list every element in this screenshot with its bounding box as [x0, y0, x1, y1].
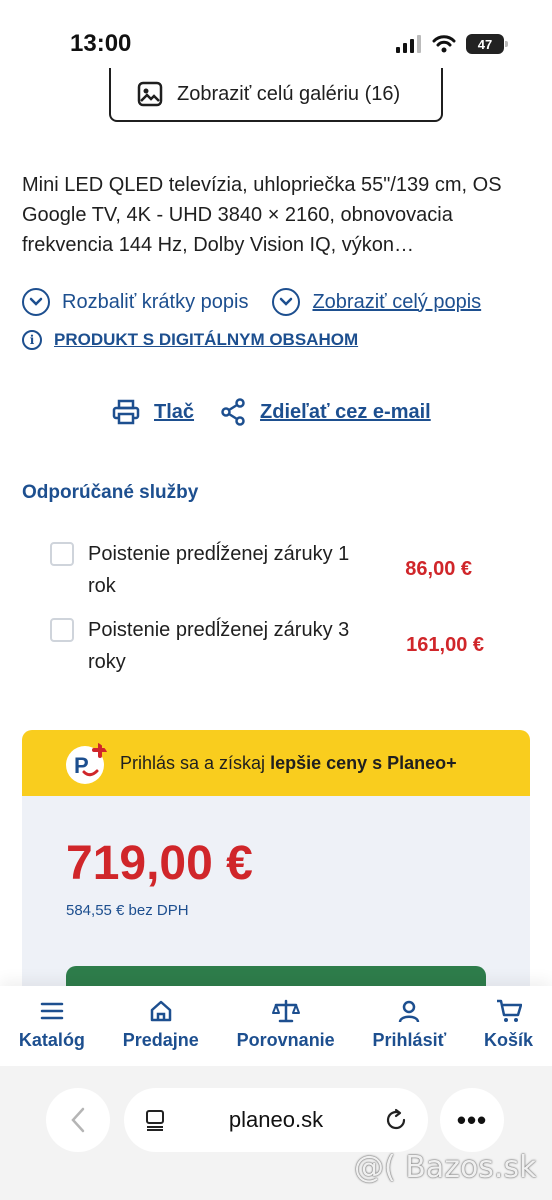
chevron-left-icon: [71, 1107, 85, 1133]
gallery-icon: [137, 81, 163, 107]
description-links: Rozbaliť krátky popis Zobraziť celý popi…: [22, 288, 532, 316]
reload-icon[interactable]: [384, 1108, 408, 1132]
status-time: 13:00: [70, 30, 132, 57]
service-name: Poistenie predĺženej záruky 1 rok: [88, 543, 350, 597]
print-share-row: Tlač Zdieľať cez e-mail: [112, 398, 431, 426]
more-icon: •••: [456, 1104, 488, 1135]
service-item: Poistenie predĺženej záruky 3 roky 161,0…: [50, 614, 510, 678]
promo-text-bold: lepšie ceny s Planeo+: [270, 752, 457, 773]
expand-short-description-label: Rozbaliť krátky popis: [62, 290, 249, 313]
chevron-down-icon: [272, 288, 301, 316]
address-bar[interactable]: planeo.sk: [124, 1088, 428, 1152]
signal-icon: [396, 35, 421, 53]
browser-back-button[interactable]: [46, 1088, 110, 1152]
user-icon: [397, 998, 421, 1024]
promo-text: Prihlás sa a získaj lepšie ceny s Planeo…: [120, 753, 457, 774]
watermark: @( Bazos.sk: [354, 1150, 537, 1185]
print-link[interactable]: Tlač: [154, 401, 194, 424]
digital-content-link[interactable]: i PRODUKT S DIGITÁLNYM OBSAHOM: [22, 330, 358, 350]
store-icon: [149, 998, 173, 1024]
service-price: 161,00 €: [406, 634, 484, 656]
price-card: 719,00 € 584,55 € bez DPH: [22, 796, 530, 1016]
printer-icon: [112, 399, 140, 425]
nav-item-compare[interactable]: Porovnanie: [237, 998, 335, 1066]
share-icon: [221, 398, 245, 426]
show-gallery-button[interactable]: Zobraziť celú galériu (16): [109, 68, 443, 122]
nav-label: Prihlásiť: [372, 1030, 447, 1050]
nav-item-catalog[interactable]: Katalóg: [19, 998, 85, 1066]
battery-icon: 47: [466, 34, 508, 54]
gallery-label: Zobraziť celú galériu (16): [177, 82, 401, 105]
show-full-description-link[interactable]: Zobraziť celý popis: [272, 288, 481, 316]
nav-label: Katalóg: [18, 1030, 85, 1050]
nav-item-login[interactable]: Prihlásiť: [372, 998, 447, 1066]
price-without-vat: 584,55 € bez DPH: [66, 902, 189, 919]
show-full-description-label: Zobraziť celý popis: [312, 290, 482, 313]
browser-more-button[interactable]: •••: [440, 1088, 504, 1152]
product-description: Mini LED QLED televízia, uhlopriečka 55"…: [22, 174, 502, 256]
digital-content-label: PRODUKT S DIGITÁLNYM OBSAHOM: [54, 330, 359, 349]
service-name: Poistenie predĺženej záruky 3 roky: [88, 619, 350, 673]
scale-icon: [271, 998, 300, 1024]
share-email-link[interactable]: Zdieľať cez e-mail: [260, 401, 431, 424]
nav-item-cart[interactable]: Košík: [484, 998, 533, 1066]
wifi-icon: [432, 35, 456, 53]
price-main: 719,00 €: [66, 837, 253, 890]
services-title: Odporúčané služby: [22, 482, 199, 503]
service-checkbox[interactable]: [50, 542, 74, 566]
promo-text-prefix: Prihlás sa a získaj: [120, 752, 271, 773]
expand-short-description-link[interactable]: Rozbaliť krátky popis: [22, 288, 248, 316]
cart-icon: [496, 998, 522, 1024]
chevron-down-icon: [22, 288, 50, 316]
nav-item-stores[interactable]: Predajne: [123, 998, 199, 1066]
nav-label: Predajne: [122, 1030, 199, 1050]
planeo-plus-banner[interactable]: P Prihlás sa a získaj lepšie ceny s Plan…: [22, 730, 530, 796]
info-icon: i: [22, 330, 42, 350]
service-price: 86,00 €: [405, 558, 472, 580]
tabs-list-icon: [146, 1110, 164, 1131]
service-item: Poistenie predĺženej záruky 1 rok 86,00 …: [50, 538, 510, 602]
planeo-plus-logo-icon: P: [66, 742, 108, 784]
menu-icon: [40, 998, 64, 1024]
bottom-navigation: Katalóg Predajne Porovnanie Prihlásiť Ko…: [0, 986, 552, 1066]
nav-label: Košík: [484, 1030, 534, 1050]
service-checkbox[interactable]: [50, 618, 74, 642]
status-icons: 47: [396, 34, 508, 54]
nav-label: Porovnanie: [236, 1030, 335, 1050]
url-text: planeo.sk: [228, 1107, 324, 1132]
